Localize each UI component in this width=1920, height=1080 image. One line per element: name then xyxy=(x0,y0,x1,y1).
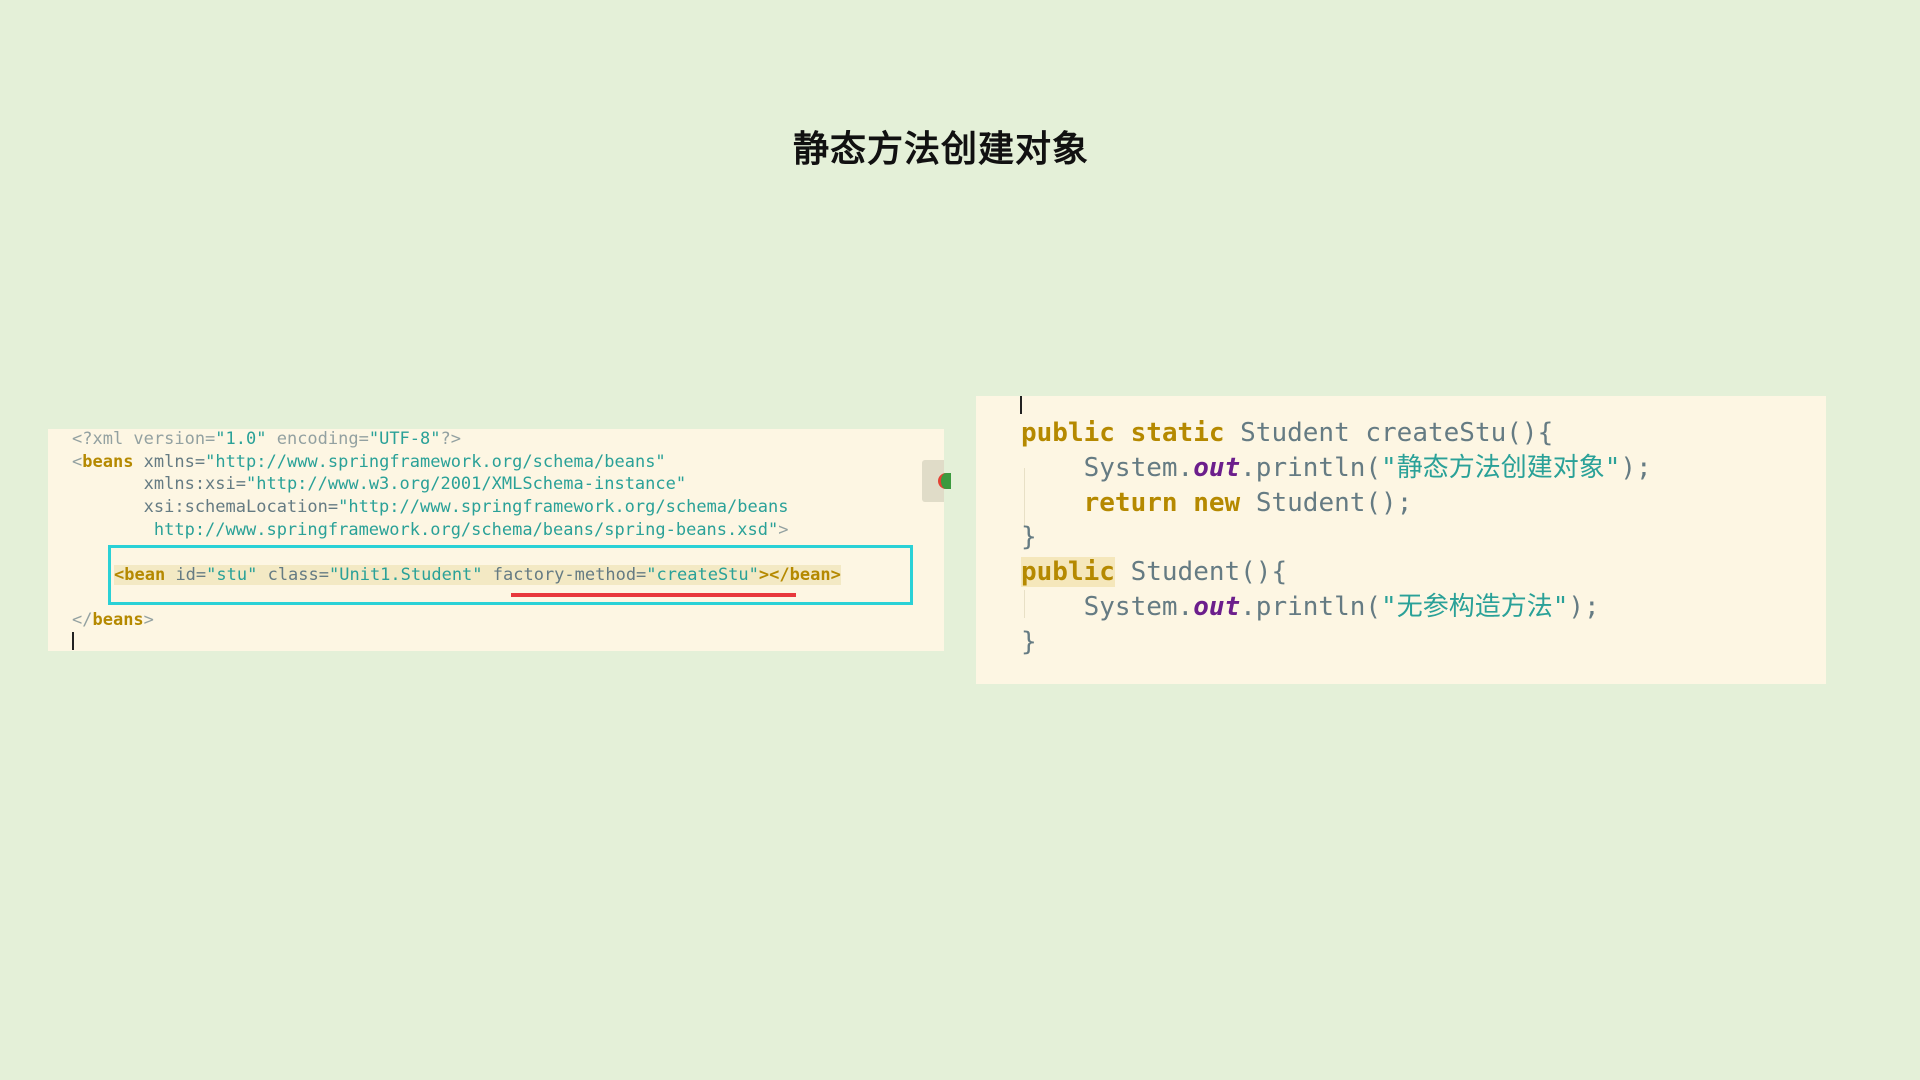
slide-title: 静态方法创建对象 xyxy=(792,129,1089,170)
java-line-constructor: public Student(){ xyxy=(1021,557,1288,587)
xml-line-xmlns-xsi: xmlns:xsi="http://www.w3.org/2001/XMLSch… xyxy=(72,474,687,494)
xml-line-beans-close: </beans> xyxy=(72,610,154,630)
java-line-close-brace: } xyxy=(1021,522,1037,552)
java-line-return: return new Student(); xyxy=(1083,488,1413,518)
java-line-println-ctor: System.out.println("无参构造方法"); xyxy=(1021,592,1600,622)
java-line-println-static: System.out.println("静态方法创建对象"); xyxy=(1021,453,1652,483)
java-line-create-stu: public static Student createStu(){ xyxy=(1021,418,1554,448)
browser-icon[interactable] xyxy=(938,473,951,489)
factory-method-underline xyxy=(511,593,796,597)
xml-line-schema-location: xsi:schemaLocation="http://www.springfra… xyxy=(72,497,789,517)
xml-line-declaration: <?xml version="1.0" encoding="UTF-8"?> xyxy=(72,429,461,449)
xml-line-schema-xsd: http://www.springframework.org/schema/be… xyxy=(72,520,789,540)
java-text-caret xyxy=(1020,396,1022,414)
java-line-close-brace: } xyxy=(1021,627,1037,657)
xml-text-caret xyxy=(72,632,74,650)
xml-line-beans-open: <beans xmlns="http://www.springframework… xyxy=(72,452,666,472)
